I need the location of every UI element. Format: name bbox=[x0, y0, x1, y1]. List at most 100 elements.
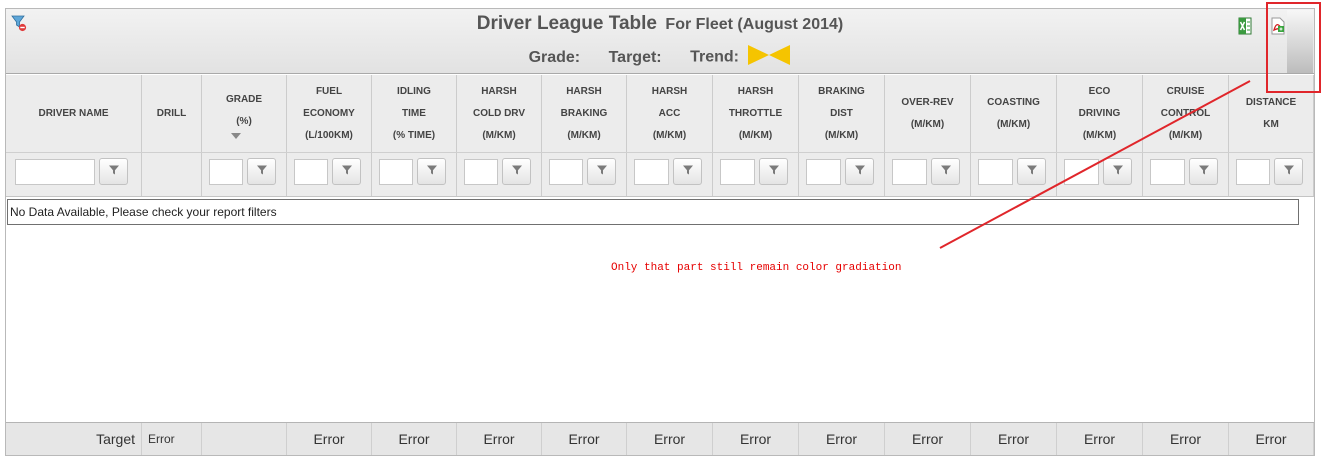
column-header-label: DRILL bbox=[157, 103, 186, 125]
column-header-12[interactable]: ECO DRIVING (M/KM) bbox=[1057, 75, 1143, 152]
sort-desc-icon[interactable] bbox=[230, 132, 241, 139]
header-line: ECO bbox=[1088, 85, 1111, 97]
header-line: (M/KM) bbox=[567, 129, 601, 141]
funnel-icon bbox=[1283, 163, 1295, 181]
column-filter-button[interactable] bbox=[587, 158, 616, 185]
header-line: ACC bbox=[658, 107, 681, 119]
target-value: Error bbox=[885, 423, 971, 455]
column-header-14[interactable]: DISTANCE KM bbox=[1229, 75, 1314, 152]
funnel-icon bbox=[511, 163, 523, 181]
column-filter-button[interactable] bbox=[502, 158, 531, 185]
column-header-1[interactable]: DRILL bbox=[142, 75, 202, 152]
trend-bowtie-icon bbox=[747, 44, 791, 71]
column-header-label: CRUISE CONTROL (M/KM) bbox=[1161, 81, 1210, 147]
header-line: DIST bbox=[830, 107, 853, 119]
header-line: (M/KM) bbox=[824, 129, 859, 141]
column-filter-button[interactable] bbox=[332, 158, 361, 185]
target-value: Error bbox=[799, 423, 885, 455]
column-filter-input[interactable] bbox=[464, 159, 498, 185]
column-filter-input[interactable] bbox=[1236, 159, 1270, 185]
column-filter-input[interactable] bbox=[15, 159, 95, 185]
header-line: (%) bbox=[226, 111, 262, 139]
column-filter-input[interactable] bbox=[806, 159, 841, 185]
column-header-label: HARSH BRAKING (M/KM) bbox=[561, 81, 608, 147]
target-value: Error bbox=[142, 423, 202, 455]
column-header-6[interactable]: HARSH BRAKING (M/KM) bbox=[542, 75, 627, 152]
column-filter-button[interactable] bbox=[1189, 158, 1218, 185]
column-filter-input[interactable] bbox=[1064, 159, 1099, 185]
column-filter-button[interactable] bbox=[1017, 158, 1046, 185]
title-main: Driver League Table bbox=[476, 13, 657, 34]
target-footer-row: Target Error Error Error Error Error Error Erro… bbox=[6, 422, 1314, 455]
header-line: COLD DRV bbox=[472, 107, 526, 119]
column-header-label: FUEL ECONOMY (L/100KM) bbox=[303, 81, 355, 147]
column-filter-button[interactable] bbox=[417, 158, 446, 185]
column-filter-input[interactable] bbox=[209, 159, 243, 185]
header-line: HARSH bbox=[651, 85, 688, 97]
header-line: DRILL bbox=[156, 107, 187, 119]
header-line: BRAKING bbox=[560, 107, 608, 119]
filter-cell bbox=[885, 153, 971, 196]
excel-export-icon[interactable] bbox=[1237, 17, 1253, 35]
column-header-13[interactable]: CRUISE CONTROL (M/KM) bbox=[1143, 75, 1229, 152]
column-header-label: DRIVER NAME bbox=[38, 103, 108, 125]
column-filter-input[interactable] bbox=[379, 159, 413, 185]
column-header-7[interactable]: HARSH ACC (M/KM) bbox=[627, 75, 713, 152]
filter-row bbox=[6, 153, 1314, 197]
column-header-4[interactable]: IDLING TIME (% TIME) bbox=[372, 75, 457, 152]
filter-cell bbox=[799, 153, 885, 196]
column-header-11[interactable]: COASTING (M/KM) bbox=[971, 75, 1057, 152]
column-filter-button[interactable] bbox=[247, 158, 276, 185]
header-line: DRIVER NAME bbox=[38, 107, 109, 119]
pdf-export-icon[interactable] bbox=[1270, 17, 1286, 35]
column-header-0[interactable]: DRIVER NAME bbox=[6, 75, 142, 152]
column-filter-input[interactable] bbox=[720, 159, 755, 185]
column-header-3[interactable]: FUEL ECONOMY (L/100KM) bbox=[287, 75, 372, 152]
column-header-label: HARSH COLD DRV (M/KM) bbox=[473, 81, 525, 147]
column-filter-input[interactable] bbox=[892, 159, 927, 185]
column-filter-button[interactable] bbox=[845, 158, 874, 185]
column-filter-input[interactable] bbox=[978, 159, 1013, 185]
funnel-icon bbox=[1026, 163, 1038, 181]
column-header-label: COASTING (M/KM) bbox=[987, 92, 1040, 136]
column-header-10[interactable]: OVER-REV (M/KM) bbox=[885, 75, 971, 152]
target-value bbox=[202, 423, 287, 455]
filter-cell bbox=[542, 153, 627, 196]
target-value: Error bbox=[457, 423, 542, 455]
column-filter-button[interactable] bbox=[759, 158, 788, 185]
column-header-5[interactable]: HARSH COLD DRV (M/KM) bbox=[457, 75, 542, 152]
target-value: Error bbox=[627, 423, 713, 455]
column-filter-button[interactable] bbox=[931, 158, 960, 185]
column-header-2[interactable]: GRADE (%) bbox=[202, 75, 287, 152]
header-line: (M/KM) bbox=[996, 118, 1031, 130]
target-value: Error bbox=[287, 423, 372, 455]
header-line: (% TIME) bbox=[392, 129, 436, 141]
annotation-text: Only that part still remain color gradia… bbox=[611, 262, 902, 274]
column-header-9[interactable]: BRAKING DIST (M/KM) bbox=[799, 75, 885, 152]
column-filter-button[interactable] bbox=[1103, 158, 1132, 185]
filter-cell bbox=[287, 153, 372, 196]
header-line: TIME bbox=[402, 107, 426, 119]
column-filter-button[interactable] bbox=[1274, 158, 1303, 185]
column-header-label: IDLING TIME (% TIME) bbox=[393, 81, 435, 147]
header-line: (L/100KM) bbox=[305, 129, 353, 141]
kpi-summary: Grade: Target: Trend: bbox=[6, 44, 1314, 71]
funnel-icon bbox=[940, 163, 952, 181]
column-filter-input[interactable] bbox=[1150, 159, 1185, 185]
header-line: (M/KM) bbox=[1082, 129, 1117, 141]
filter-cell bbox=[1229, 153, 1314, 196]
target-value: Error bbox=[713, 423, 799, 455]
column-filter-input[interactable] bbox=[549, 159, 583, 185]
filter-cell bbox=[372, 153, 457, 196]
funnel-icon bbox=[768, 163, 780, 181]
column-filter-input[interactable] bbox=[634, 159, 669, 185]
filter-cell bbox=[971, 153, 1057, 196]
column-filter-button[interactable] bbox=[673, 158, 702, 185]
target-value: Error bbox=[1057, 423, 1143, 455]
header-line: BRAKING bbox=[818, 85, 865, 97]
column-header-8[interactable]: HARSH THROTTLE (M/KM) bbox=[713, 75, 799, 152]
report-frame: Driver League Table For Fleet (August 20… bbox=[5, 8, 1315, 456]
header-line: IDLING bbox=[397, 85, 431, 97]
column-filter-button[interactable] bbox=[99, 158, 128, 185]
column-filter-input[interactable] bbox=[294, 159, 328, 185]
